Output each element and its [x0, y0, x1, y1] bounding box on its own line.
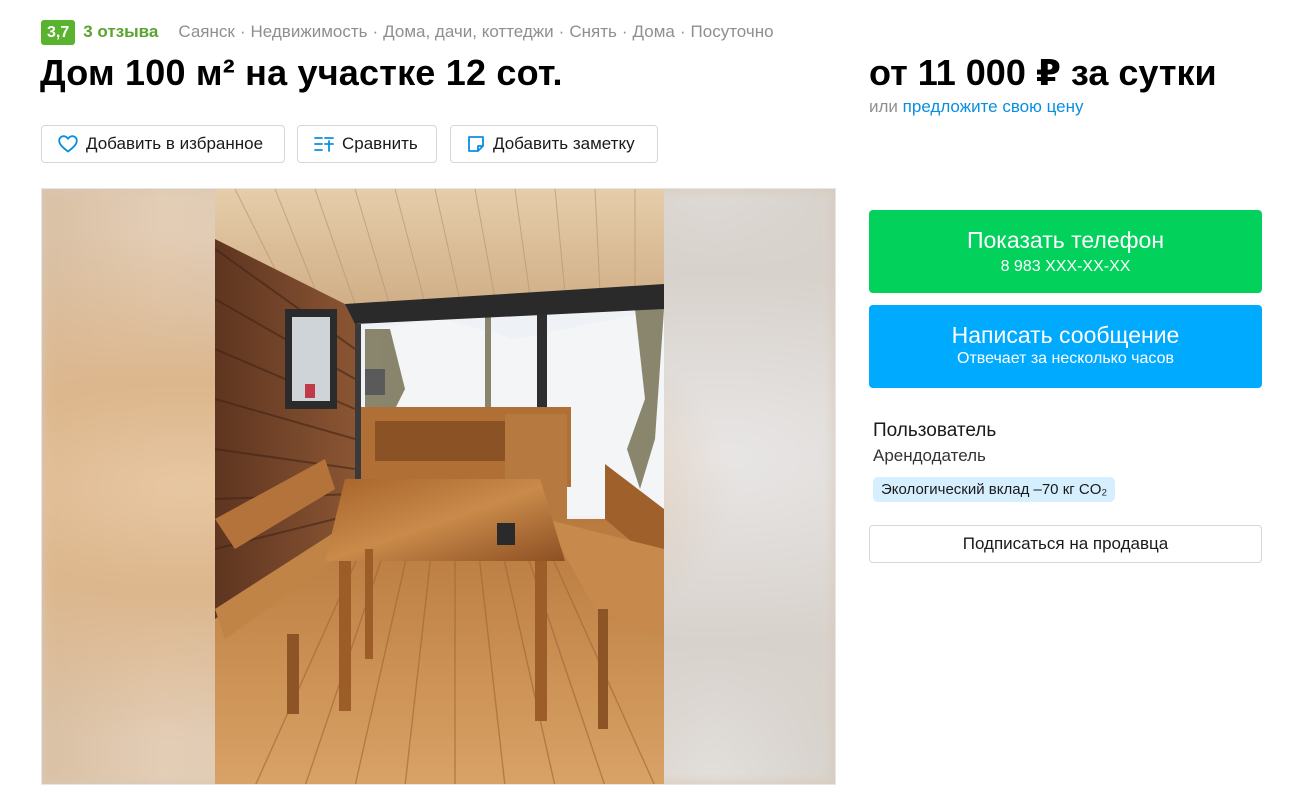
breadcrumb-separator: · [372, 22, 379, 41]
heart-outline-icon [58, 135, 78, 153]
veranda-photo [215, 189, 664, 784]
write-message-button[interactable]: Написать сообщение Отвечает за несколько… [869, 305, 1262, 388]
eco-badge[interactable]: Экологический вклад –70 кг CO₂ [873, 477, 1116, 502]
page-title: Дом 100 м² на участке 12 сот. [40, 52, 563, 93]
breadcrumb-separator: · [679, 22, 686, 41]
rating-badge: 3,7 [41, 19, 76, 45]
photo-gallery[interactable] [41, 188, 836, 785]
breadcrumb-separator: · [558, 22, 565, 41]
breadcrumb-separator: · [239, 22, 246, 41]
add-note-button[interactable]: Добавить заметку [450, 125, 658, 163]
compare-label: Сравнить [342, 134, 418, 153]
subscribe-seller-button[interactable]: Подписаться на продавца [869, 525, 1262, 563]
compare-list-icon [314, 137, 334, 152]
show-phone-button[interactable]: Показать телефон 8 983 XXX-XX-XX [869, 210, 1262, 293]
write-message-title: Написать сообщение [951, 322, 1180, 348]
offer-line: или предложите свою цену [869, 97, 1084, 117]
breadcrumb-item[interactable]: Снять [569, 22, 617, 41]
add-to-favorites-button[interactable]: Добавить в избранное [41, 125, 285, 163]
subscribe-label: Подписаться на продавца [962, 534, 1169, 553]
show-phone-title: Показать телефон [966, 227, 1165, 253]
breadcrumb-separator: · [621, 22, 628, 41]
breadcrumb: Саянск · Недвижимость · Дома, дачи, коттеджи… [178, 22, 773, 42]
breadcrumb-item[interactable]: Дома [633, 22, 675, 41]
breadcrumb-item[interactable]: Дома, дачи, коттеджи [383, 22, 554, 41]
sticky-note-icon [468, 136, 484, 152]
listing-photo[interactable] [215, 189, 664, 784]
response-time: Отвечает за несколько часов [957, 350, 1174, 367]
offer-prefix: или [869, 97, 898, 116]
offer-price-link[interactable]: предложите свою цену [903, 97, 1084, 116]
seller-role: Арендодатель [873, 446, 986, 465]
phone-masked: 8 983 XXX-XX-XX [1000, 258, 1131, 275]
price: от 11 000 ₽ за сутки [869, 52, 1217, 93]
top-line: 3,7 3 отзыва Саянск · Недвижимость · Дома, д… [41, 19, 774, 45]
seller-name[interactable]: Пользователь [873, 420, 996, 442]
note-label: Добавить заметку [493, 134, 635, 153]
favorite-label: Добавить в избранное [86, 134, 264, 153]
breadcrumb-item[interactable]: Недвижимость [251, 22, 368, 41]
breadcrumb-item[interactable]: Посуточно [691, 22, 774, 41]
compare-button[interactable]: Сравнить [297, 125, 437, 163]
reviews-link[interactable]: 3 отзыва [83, 22, 158, 42]
breadcrumb-item[interactable]: Саянск [178, 22, 234, 41]
eco-badge-label: Экологический вклад –70 кг CO₂ [881, 481, 1108, 498]
